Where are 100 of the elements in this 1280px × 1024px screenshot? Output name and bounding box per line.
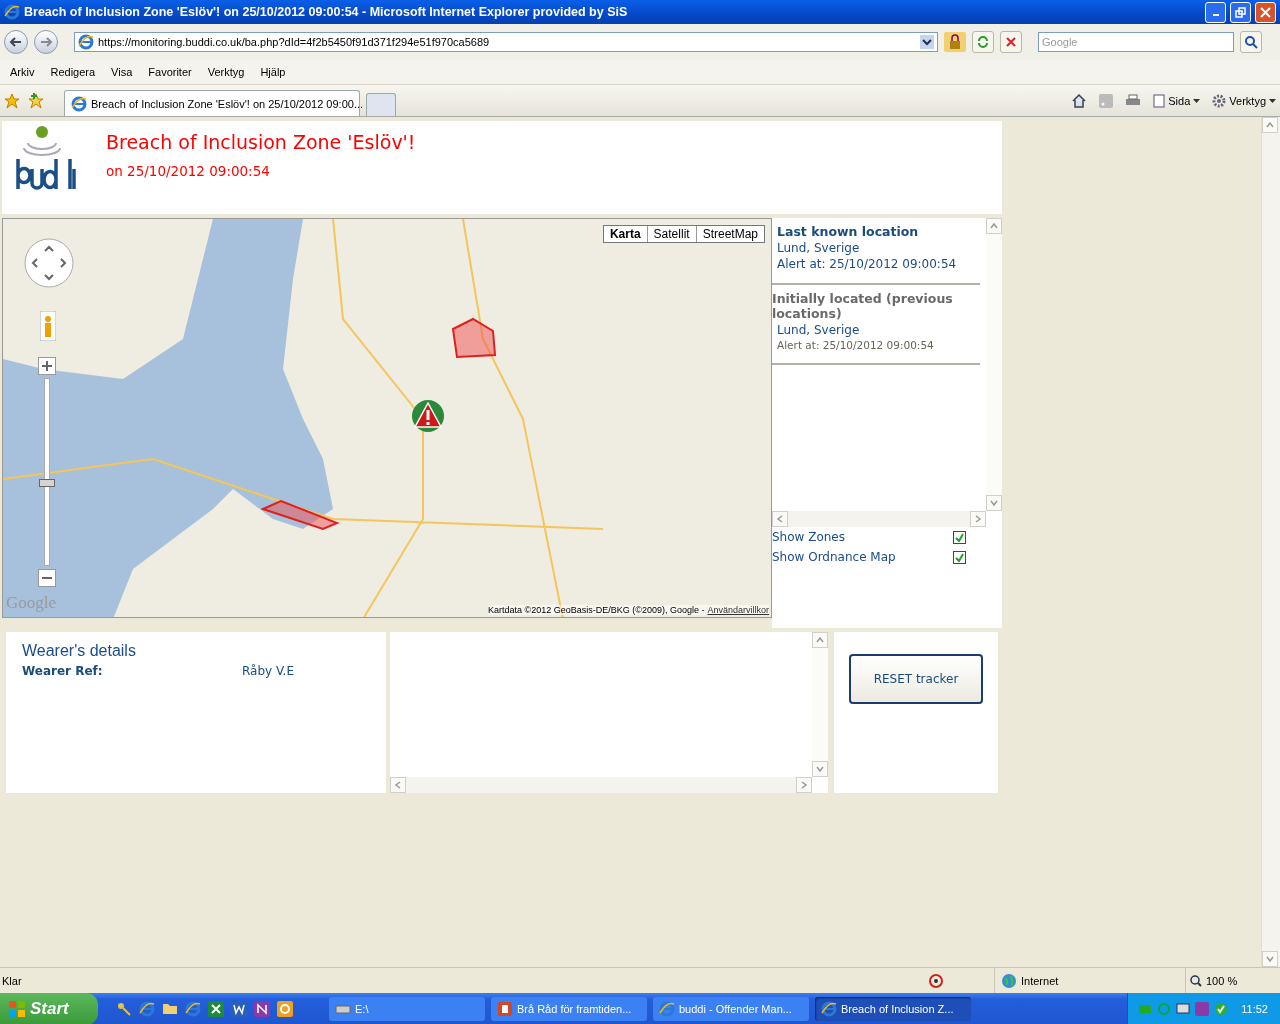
caret-icon — [1269, 98, 1276, 103]
scroll-down-button[interactable] — [986, 495, 1002, 511]
notebook-icon[interactable] — [254, 1001, 270, 1017]
restore-button[interactable] — [1230, 1, 1251, 23]
zoom-in-button[interactable] — [38, 357, 56, 375]
terms-link[interactable]: Användarvillkor — [707, 605, 769, 615]
caret-icon — [1193, 98, 1201, 103]
browser-icon — [659, 1001, 675, 1017]
close-button[interactable] — [1255, 1, 1276, 23]
section-heading: Last known location — [777, 224, 920, 239]
star-icon[interactable] — [4, 92, 20, 109]
street-view-icon[interactable] — [40, 311, 56, 341]
scroll-left-button[interactable] — [772, 511, 788, 527]
toolbar-button[interactable]: Verktyg — [1212, 93, 1276, 108]
checkbox[interactable] — [953, 530, 966, 544]
monitor-icon[interactable] — [1176, 1002, 1191, 1016]
alert-time: on 25/10/2012 09:00:54 — [106, 163, 271, 179]
minimize-icon — [1212, 14, 1219, 16]
menu-item[interactable]: Arkiv — [2, 66, 43, 78]
clock: 11:52 — [1241, 1003, 1268, 1015]
scroll-down-button[interactable] — [812, 761, 828, 777]
menu-item[interactable]: Hjälp — [252, 66, 294, 78]
search-button[interactable] — [1240, 31, 1262, 53]
document-icon[interactable] — [231, 1001, 247, 1017]
chevron-icon — [393, 780, 403, 790]
windows-logo-icon — [8, 1000, 26, 1018]
scroll-up-button[interactable] — [1262, 117, 1278, 133]
zoom-slider[interactable] — [38, 378, 56, 566]
forward-arrow-icon — [39, 36, 53, 48]
slider-thumb[interactable] — [39, 478, 55, 487]
taskbar-button[interactable]: Brå Råd för framtiden... — [491, 997, 647, 1021]
scroll-up-button[interactable] — [812, 632, 828, 648]
padlock-icon[interactable] — [944, 32, 966, 52]
refresh-icon — [976, 35, 990, 49]
dropdown-icon[interactable] — [920, 35, 934, 49]
browser-icon — [821, 1001, 837, 1017]
alert-marker-icon[interactable] — [411, 399, 445, 433]
close-icon — [1260, 6, 1271, 18]
mail-app-icon[interactable] — [277, 1001, 293, 1017]
back-button[interactable] — [4, 30, 28, 54]
home-icon[interactable] — [1071, 92, 1088, 109]
chevron-icon — [989, 221, 999, 231]
field-value: Råby V.E — [242, 664, 295, 678]
logo-icon — [14, 123, 76, 191]
scroll-down-button[interactable] — [1262, 951, 1278, 967]
search-field[interactable]: Google — [1038, 32, 1234, 52]
toggle-label: Show Ordnance Map — [772, 550, 896, 564]
location-text: Lund, Sverige — [776, 323, 861, 337]
restore-icon — [1235, 6, 1246, 18]
search-icon — [1244, 35, 1258, 49]
taskbar-button[interactable]: Breach of Inclusion Z... — [815, 997, 971, 1021]
keys-icon[interactable] — [116, 1001, 132, 1017]
page-icon — [1153, 93, 1166, 108]
menu-item[interactable]: Verktyg — [199, 66, 253, 78]
scroll-up-button[interactable] — [986, 218, 1002, 234]
stop-button[interactable] — [1000, 31, 1022, 53]
menu-item[interactable]: Redigera — [42, 66, 104, 78]
field-label: Wearer Ref: — [22, 664, 104, 678]
browser-icon — [185, 1001, 201, 1017]
address-field[interactable]: https://monitoring.buddi.co.uk/ba.php?dId=4f2b5450f91d371f294e51f970ca5689 — [74, 32, 938, 52]
shield-check-icon[interactable] — [1214, 1002, 1229, 1016]
forward-button[interactable] — [34, 30, 58, 54]
menu-item[interactable]: Favoriter — [140, 66, 200, 78]
chevron-icon — [1265, 954, 1275, 964]
section-heading: Wearer's details — [22, 642, 137, 660]
new-tab-button[interactable] — [366, 93, 396, 116]
scroll-right-button[interactable] — [796, 777, 812, 793]
menu-item[interactable]: Visa — [103, 66, 141, 78]
scroll-left-button[interactable] — [390, 777, 406, 793]
spreadsheet-icon[interactable] — [208, 1001, 224, 1017]
taskbar-button[interactable]: E:\ — [329, 997, 485, 1021]
add-favorite-icon[interactable] — [28, 92, 44, 109]
zoom-out-button[interactable] — [38, 569, 56, 587]
stop-icon — [1005, 36, 1017, 48]
security-zone: Internet — [1021, 974, 1059, 987]
reset-button[interactable]: RESET tracker — [849, 654, 983, 704]
drive-icon — [335, 1003, 351, 1015]
presentation-icon — [497, 1001, 513, 1017]
map-logo: Google — [6, 593, 57, 613]
zoom-level[interactable]: 100 % — [1206, 974, 1238, 987]
minimize-button[interactable] — [1205, 1, 1226, 23]
folder-icon[interactable] — [162, 1001, 178, 1015]
browser-tab[interactable]: Breach of Inclusion Zone 'Eslöv'! on 25/10/2012 09:00... — [64, 90, 360, 116]
chevron-icon — [1265, 120, 1275, 130]
chevron-icon — [815, 635, 825, 645]
chevron-icon — [775, 514, 785, 524]
alert-title: Breach of Inclusion Zone 'Eslöv'! — [106, 131, 416, 153]
checkbox[interactable] — [953, 550, 966, 564]
page-icon — [78, 34, 94, 50]
globe-icon — [1001, 972, 1017, 989]
window-title: Breach of Inclusion Zone 'Eslöv'! on 25/10/2012 09:00:54 - Microsoft Internet Explorer provided by SiS — [24, 5, 629, 19]
page-icon — [71, 95, 87, 112]
pan-control[interactable] — [23, 237, 75, 289]
app-icon — [4, 4, 20, 20]
taskbar-button[interactable]: buddi - Offender Man... — [653, 997, 809, 1021]
zoom-icon[interactable] — [1190, 974, 1202, 987]
toolbar-button[interactable]: Sida — [1153, 93, 1201, 108]
printer-icon[interactable] — [1125, 93, 1142, 108]
refresh-button[interactable] — [972, 31, 994, 53]
location-text: Lund, Sverige — [777, 241, 861, 255]
